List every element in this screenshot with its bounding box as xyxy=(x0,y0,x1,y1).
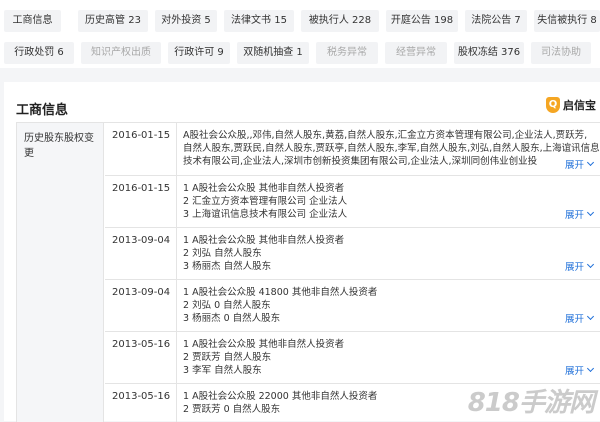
content-line: 1 A股社会公众股 其他非自然人投资者 xyxy=(183,235,345,246)
tab-admin-penalty[interactable]: 行政处罚 6 xyxy=(4,42,74,64)
shield-q-icon: Q xyxy=(546,97,560,113)
change-date: 2016-01-15 xyxy=(105,176,177,227)
change-date: 2013-05-16 xyxy=(105,332,177,383)
content-line: 1 A股社会公众股 其他非自然人投资者 xyxy=(183,339,345,350)
tab-random-inspection[interactable]: 双随机抽查 1 xyxy=(237,42,309,64)
content-line: 3 杨丽杰 自然人股东 xyxy=(183,261,272,272)
content-line: 2 汇金立方资本管理有限公司 企业法人 xyxy=(183,196,348,207)
section-title: 工商信息 xyxy=(16,103,69,118)
tab-row-2: 行政处罚 6 知识产权出质 行政许可 9 双随机抽查 1 税务异常 经营异常 股… xyxy=(0,42,600,64)
shareholder-change-table: 历史股东股权变更 2016-01-15 A股社会公众股,,邓伟,自然人股东,黄荔… xyxy=(16,122,600,422)
content-line: 3 上海谊讯信息技术有限公司 企业法人 xyxy=(183,209,348,220)
tab-dishonest-executed[interactable]: 失信被执行 8 xyxy=(534,10,600,32)
content-line: 2 贾跃芳 自然人股东 xyxy=(183,352,272,363)
tab-tax-abnormal[interactable]: 税务异常 xyxy=(316,42,378,64)
expand-link[interactable]: 展开 xyxy=(560,259,595,273)
chevron-down-icon xyxy=(586,312,595,321)
expand-link[interactable]: 展开 xyxy=(560,363,595,377)
tab-ip-pledge[interactable]: 知识产权出质 xyxy=(81,42,161,64)
tab-court-notices[interactable]: 法院公告 7 xyxy=(465,10,527,32)
table-row: 2013-09-04 1 A股社会公众股 41800 其他非自然人投资者 2 刘… xyxy=(105,280,600,332)
content-line: 3 杨丽杰 0 自然人股东 xyxy=(183,313,281,324)
chevron-down-icon xyxy=(586,364,595,373)
expand-link[interactable]: 展开 xyxy=(560,157,595,171)
expand-label: 展开 xyxy=(564,262,584,273)
tab-bar: 工商信息 历史高管 23 对外投资 5 法律文书 15 被执行人 228 开庭公… xyxy=(0,0,600,68)
tab-admin-license[interactable]: 行政许可 9 xyxy=(168,42,230,64)
content-line: 1 A股社会公众股 41800 其他非自然人投资者 xyxy=(183,287,378,298)
watermark: 818手游网 xyxy=(467,388,595,418)
change-date: 2013-05-16 xyxy=(105,384,177,422)
section-separator xyxy=(0,68,600,78)
expand-label: 展开 xyxy=(564,160,584,171)
change-content: A股社会公众股,,邓伟,自然人股东,黄荔,自然人股东,汇金立方资本管理有限公司,… xyxy=(178,123,600,175)
chevron-down-icon xyxy=(586,260,595,269)
change-content: 1 A股社会公众股 41800 其他非自然人投资者 2 刘弘 0 自然人股东 3… xyxy=(178,280,600,331)
expand-label: 展开 xyxy=(564,210,584,221)
tab-equity-freeze[interactable]: 股权冻结 376 xyxy=(454,42,524,64)
change-content: 1 A股社会公众股 其他非自然人投资者 2 贾跃芳 自然人股东 3 李军 自然人… xyxy=(178,332,600,383)
brand-logo[interactable]: Q 启信宝 xyxy=(546,96,596,114)
expand-link[interactable]: 展开 xyxy=(560,311,595,325)
tab-row-1: 工商信息 历史高管 23 对外投资 5 法律文书 15 被执行人 228 开庭公… xyxy=(0,10,600,32)
content-line: A股社会公众股,,邓伟,自然人股东,黄荔,自然人股东,汇金立方资本管理有限公司,… xyxy=(183,130,588,141)
change-content: 1 A股社会公众股 其他非自然人投资者 2 刘弘 自然人股东 3 杨丽杰 自然人… xyxy=(178,228,600,279)
content-line: 技术有限公司,企业法人,深圳市创新投资集团有限公司,企业法人,深圳同创伟业创业投 xyxy=(183,156,538,167)
expand-label: 展开 xyxy=(564,366,584,377)
business-info-panel: 工商信息 Q 启信宝 历史股东股权变更 2016-01-15 A股社会公众股,,… xyxy=(4,82,600,422)
table-row: 2013-09-04 1 A股社会公众股 其他非自然人投资者 2 刘弘 自然人股… xyxy=(105,228,600,280)
chevron-down-icon xyxy=(586,158,595,167)
tab-business-info[interactable]: 工商信息 xyxy=(4,10,61,32)
brand-label: 启信宝 xyxy=(563,99,596,112)
content-line: 2 刘弘 自然人股东 xyxy=(183,248,262,259)
tab-investments[interactable]: 对外投资 5 xyxy=(155,10,217,32)
chevron-down-icon xyxy=(586,208,595,217)
tab-court-hearings[interactable]: 开庭公告 198 xyxy=(386,10,458,32)
change-content: 1 A股社会公众股 其他非自然人投资者 2 汇金立方资本管理有限公司 企业法人 … xyxy=(178,176,600,227)
content-line: 自然人股东,贾跃民,自然人股东,贾跃亭,自然人股东,李军,自然人股东,刘弘,自然… xyxy=(183,143,600,154)
change-date: 2013-09-04 xyxy=(105,280,177,331)
table-row: 2013-05-16 1 A股社会公众股 其他非自然人投资者 2 贾跃芳 自然人… xyxy=(105,332,600,384)
tab-history-executives[interactable]: 历史高管 23 xyxy=(78,10,148,32)
tab-business-abnormal[interactable]: 经营异常 xyxy=(385,42,447,64)
table-row: 2016-01-15 1 A股社会公众股 其他非自然人投资者 2 汇金立方资本管… xyxy=(105,176,600,228)
row-label: 历史股东股权变更 xyxy=(17,123,104,422)
tab-legal-documents[interactable]: 法律文书 15 xyxy=(224,10,294,32)
tab-executed-persons[interactable]: 被执行人 228 xyxy=(301,10,379,32)
expand-label: 展开 xyxy=(564,314,584,325)
table-row: 2016-01-15 A股社会公众股,,邓伟,自然人股东,黄荔,自然人股东,汇金… xyxy=(105,123,600,176)
content-line: 3 李军 自然人股东 xyxy=(183,365,262,376)
change-date: 2016-01-15 xyxy=(105,123,177,175)
expand-link[interactable]: 展开 xyxy=(560,207,595,221)
tab-judicial-assist[interactable]: 司法协助 xyxy=(531,42,591,64)
change-date: 2013-09-04 xyxy=(105,228,177,279)
content-line: 2 刘弘 0 自然人股东 xyxy=(183,300,271,311)
content-line: 1 A股社会公众股 其他非自然人投资者 xyxy=(183,183,345,194)
